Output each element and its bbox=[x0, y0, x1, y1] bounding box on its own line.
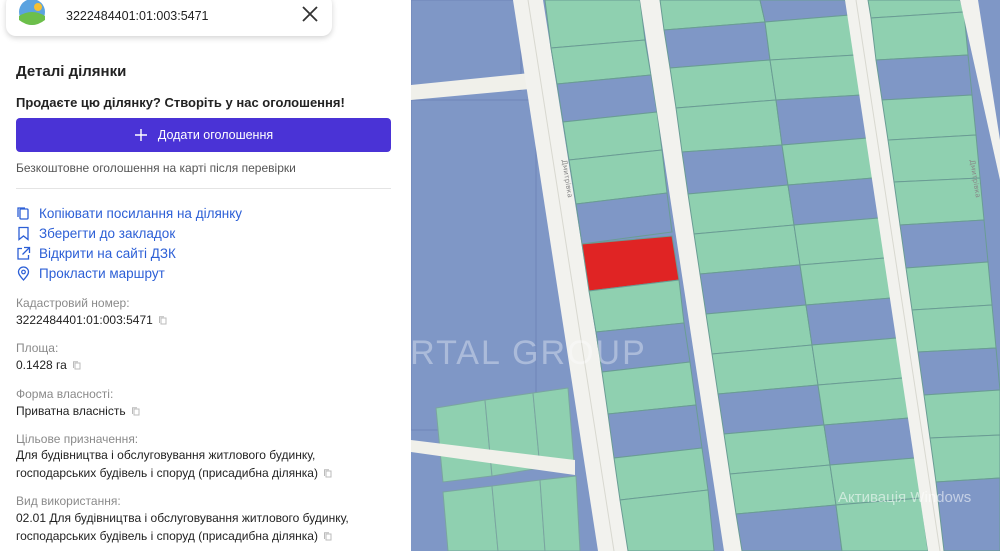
purpose-value: господарських будівель і споруд (присади… bbox=[16, 464, 333, 482]
add-listing-label: Додати оголошення bbox=[157, 128, 274, 142]
usage-line-2: господарських будівель і споруд (присади… bbox=[16, 529, 318, 543]
copy-icon[interactable] bbox=[158, 316, 168, 326]
windows-activation-text: Активація Windows bbox=[838, 489, 972, 506]
build-route-label: Прокласти маршрут bbox=[39, 265, 165, 281]
copy-icon[interactable] bbox=[323, 532, 333, 542]
cadastral-label: Кадастровий номер: bbox=[16, 296, 130, 310]
location-pin-icon bbox=[17, 265, 30, 281]
purpose-line-1: Для будівництва і обслуговування житлово… bbox=[16, 448, 316, 462]
external-link-icon bbox=[17, 246, 31, 260]
copy-icon[interactable] bbox=[131, 407, 141, 417]
cadastral-value: 3222484401:01:003:5471 bbox=[16, 311, 168, 329]
open-dzk-link[interactable]: Відкрити на сайті ДЗК bbox=[16, 244, 176, 262]
sell-prompt: Продаєте цю ділянку? Створіть у нас огол… bbox=[16, 95, 345, 110]
copy-icon bbox=[17, 206, 29, 220]
panel-title: Деталі ділянки bbox=[16, 63, 127, 80]
search-input[interactable]: 3222484401:01:003:5471 bbox=[66, 9, 209, 23]
ownership-text: Приватна власність bbox=[16, 404, 126, 418]
bookmark-label: Зберегти до закладок bbox=[39, 225, 176, 241]
close-icon[interactable] bbox=[299, 3, 321, 25]
bookmark-icon bbox=[18, 226, 29, 241]
ownership-value: Приватна власність bbox=[16, 402, 141, 420]
open-dzk-label: Відкрити на сайті ДЗК bbox=[39, 245, 176, 261]
purpose-line-2: господарських будівель і споруд (присади… bbox=[16, 466, 318, 480]
copy-icon[interactable] bbox=[72, 361, 82, 371]
free-listing-note: Безкоштовне оголошення на карті після пе… bbox=[16, 161, 296, 175]
divider bbox=[16, 188, 391, 189]
plus-icon bbox=[134, 129, 147, 141]
usage-value: господарських будівель і споруд (присади… bbox=[16, 527, 333, 545]
area-label: Площа: bbox=[16, 341, 59, 355]
usage-line-1: 02.01 Для будівництва і обслуговування ж… bbox=[16, 511, 349, 525]
parcel-details-panel: 3222484401:01:003:5471 Деталі ділянки Пр… bbox=[0, 0, 411, 551]
area-number: 0.1428 га bbox=[16, 358, 67, 372]
build-route-link[interactable]: Прокласти маршрут bbox=[16, 264, 165, 282]
copy-icon[interactable] bbox=[323, 469, 333, 479]
purpose-label: Цільове призначення: bbox=[16, 432, 139, 446]
ownership-label: Форма власності: bbox=[16, 387, 114, 401]
usage-label: Вид використання: bbox=[16, 494, 121, 508]
search-bar[interactable]: 3222484401:01:003:5471 bbox=[6, 0, 332, 36]
add-listing-button[interactable]: Додати оголошення bbox=[16, 118, 391, 152]
copy-link-label: Копіювати посилання на ділянку bbox=[39, 205, 243, 221]
bookmark-button[interactable]: Зберегти до закладок bbox=[16, 224, 175, 242]
copy-link-button[interactable]: Копіювати посилання на ділянку bbox=[16, 204, 242, 222]
cadastral-number: 3222484401:01:003:5471 bbox=[16, 313, 153, 327]
area-value: 0.1428 га bbox=[16, 356, 82, 374]
app-logo-icon bbox=[19, 0, 45, 25]
